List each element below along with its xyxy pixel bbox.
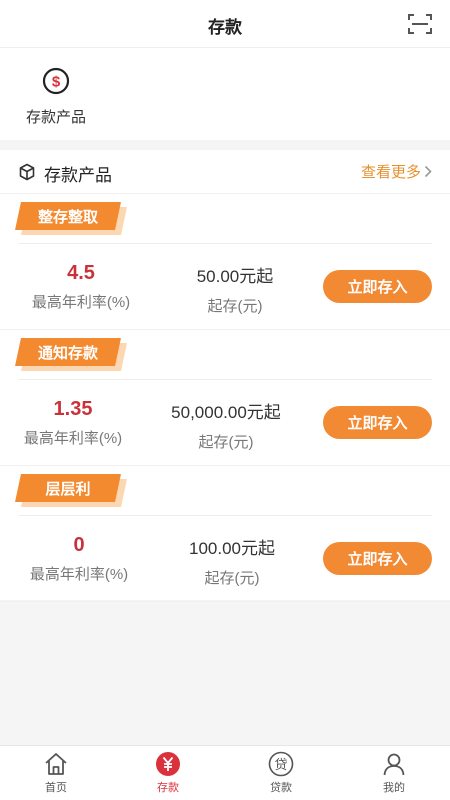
user-icon xyxy=(383,753,405,776)
deposit-now-button[interactable]: 立即存入 xyxy=(323,270,432,303)
divider xyxy=(18,243,432,244)
bottom-tab-bar: 首页 存款 贷 贷款 我的 xyxy=(0,745,450,800)
section-header: 存款产品 查看更多 xyxy=(0,150,450,194)
tab-label: 存款 xyxy=(157,782,179,794)
dollar-circle-icon: $ xyxy=(42,67,70,95)
tab-label: 我的 xyxy=(383,782,405,794)
min-amount-label: 起存(元) xyxy=(207,298,263,315)
max-rate-label: 最高年利率(%) xyxy=(23,430,123,447)
product-tag: 层层利 xyxy=(15,474,127,507)
tab-label: 首页 xyxy=(45,782,67,794)
rate-block: 1.35 最高年利率(%) xyxy=(0,398,148,448)
quick-item-deposit-products[interactable]: $ 存款产品 xyxy=(18,66,94,127)
divider xyxy=(18,379,432,380)
tab-deposit[interactable]: 存款 xyxy=(112,751,224,795)
product-card: 通知存款 1.35 最高年利率(%) 50,000.00元起 起存(元) 立即存… xyxy=(0,330,450,466)
product-name: 层层利 xyxy=(45,481,91,498)
yuan-circle-icon xyxy=(156,752,180,776)
max-rate-label: 最高年利率(%) xyxy=(29,566,129,583)
product-card: 整存整取 4.5 最高年利率(%) 50.00元起 起存(元) 立即存入 xyxy=(0,194,450,330)
loan-icon: 贷 xyxy=(268,751,294,777)
amount-block: 50.00元起 起存(元) xyxy=(155,262,315,316)
product-tag: 通知存款 xyxy=(15,338,127,371)
section-title: 存款产品 xyxy=(44,166,112,185)
product-card: 层层利 0 最高年利率(%) 100.00元起 起存(元) 立即存入 xyxy=(0,466,450,602)
cube-icon xyxy=(19,163,35,181)
tab-mine[interactable]: 我的 xyxy=(338,751,450,795)
max-rate-label: 最高年利率(%) xyxy=(31,294,131,311)
deposit-now-button[interactable]: 立即存入 xyxy=(323,406,432,439)
view-more-link[interactable]: 查看更多 xyxy=(361,161,432,182)
max-rate-value: 4.5 xyxy=(67,262,95,284)
home-icon xyxy=(45,753,67,775)
amount-block: 100.00元起 起存(元) xyxy=(152,534,312,588)
divider xyxy=(18,515,432,516)
deposit-now-button[interactable]: 立即存入 xyxy=(323,542,432,575)
chevron-right-icon xyxy=(424,165,432,178)
top-nav-bar: 存款 xyxy=(0,0,450,48)
tab-loan[interactable]: 贷 贷款 xyxy=(225,751,337,795)
rate-block: 0 最高年利率(%) xyxy=(4,534,154,584)
product-name: 通知存款 xyxy=(37,345,98,362)
min-amount-value: 100.00元起 xyxy=(189,539,275,558)
product-tag: 整存整取 xyxy=(15,202,127,235)
min-amount-label: 起存(元) xyxy=(198,434,254,451)
rate-block: 4.5 最高年利率(%) xyxy=(6,262,156,312)
product-name: 整存整取 xyxy=(37,209,98,226)
svg-text:$: $ xyxy=(52,74,61,91)
min-amount-value: 50.00元起 xyxy=(196,267,274,286)
max-rate-value: 1.35 xyxy=(53,398,93,420)
tab-label: 贷款 xyxy=(270,782,292,794)
deposit-products-section: 存款产品 查看更多 整存整取 4.5 最高年利率(%) 50.00元起 起存(元… xyxy=(0,150,450,602)
max-rate-value: 0 xyxy=(73,534,85,556)
quick-item-label: 存款产品 xyxy=(25,109,86,126)
quick-entry-panel: $ 存款产品 xyxy=(0,48,450,140)
view-more-label: 查看更多 xyxy=(360,164,421,181)
svg-text:贷: 贷 xyxy=(274,758,287,773)
amount-block: 50,000.00元起 起存(元) xyxy=(146,398,306,452)
tab-home[interactable]: 首页 xyxy=(0,751,112,795)
page-title: 存款 xyxy=(208,18,242,37)
min-amount-label: 起存(元) xyxy=(204,570,260,587)
min-amount-value: 50,000.00元起 xyxy=(171,403,281,422)
scan-icon[interactable] xyxy=(408,13,432,35)
